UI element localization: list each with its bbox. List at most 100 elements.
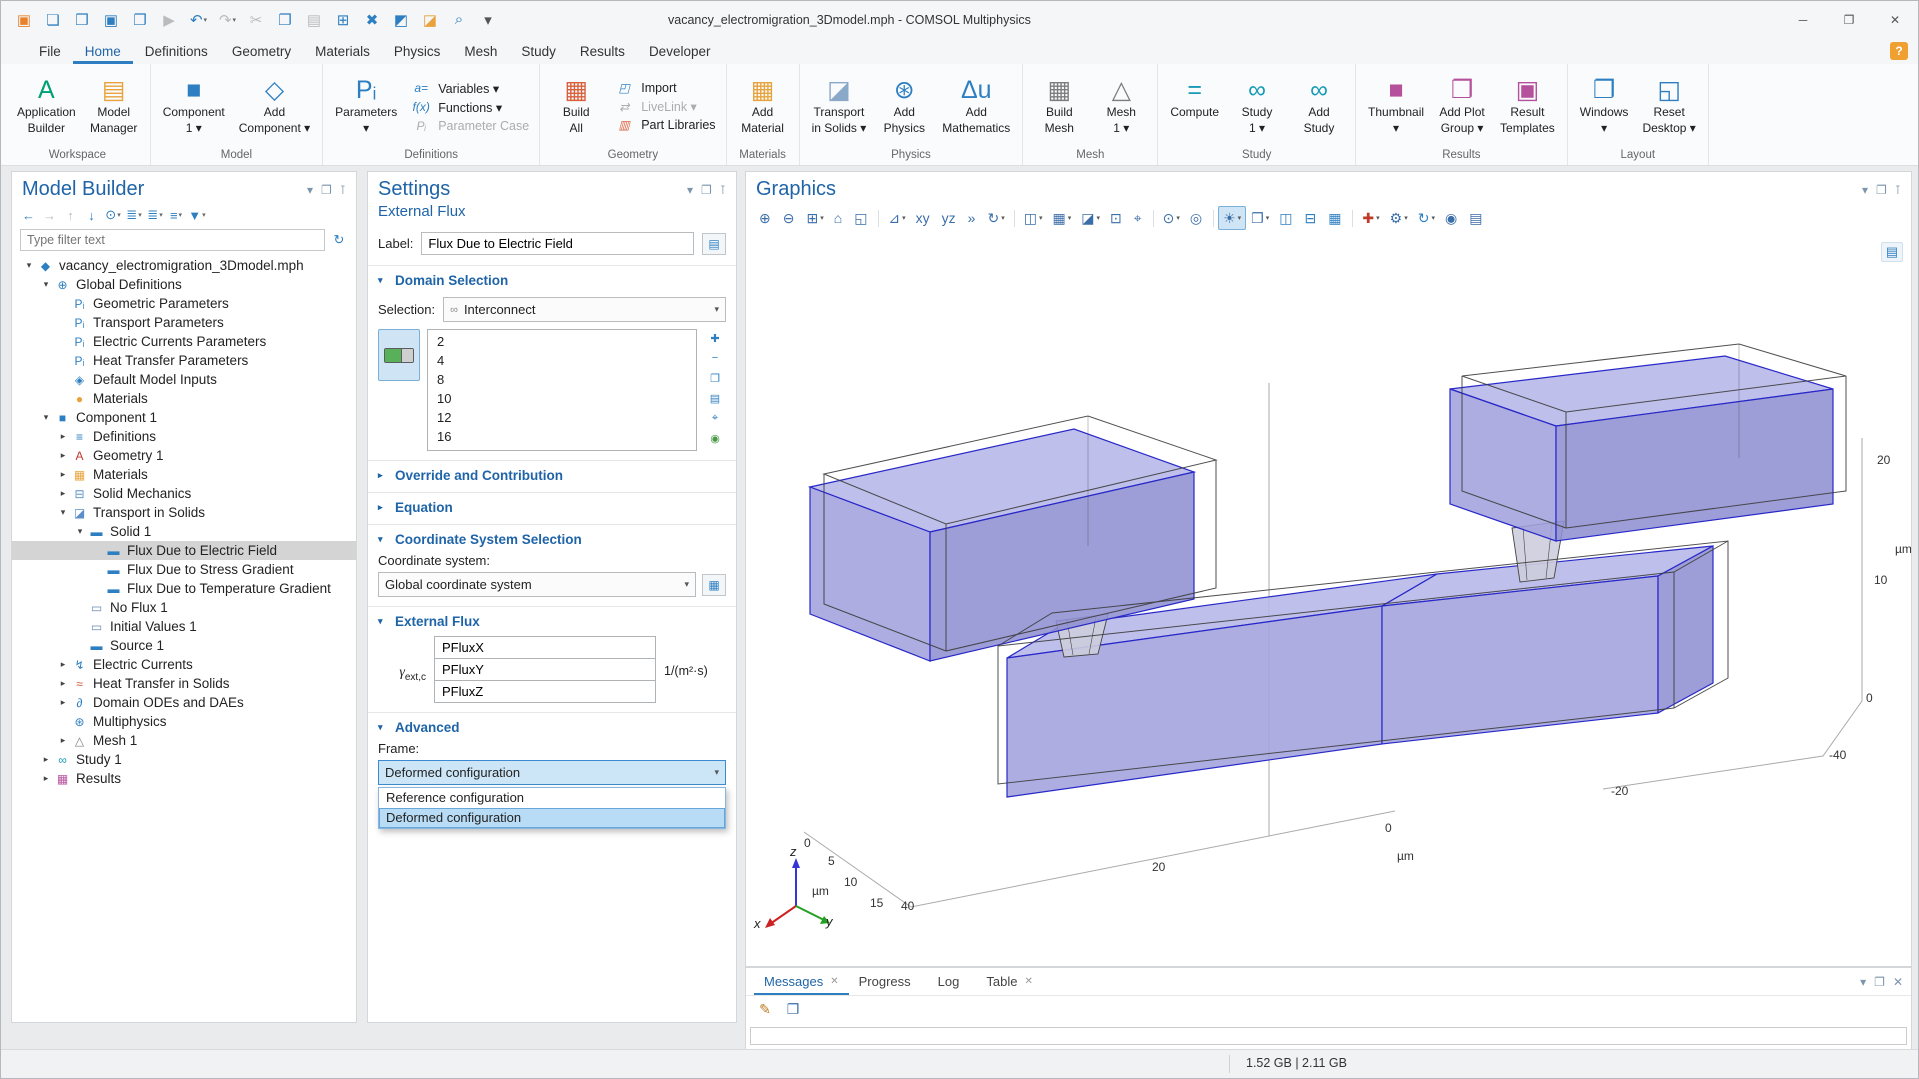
- tree-expand-arrow[interactable]: ▸: [56, 735, 70, 746]
- scene-settings-icon[interactable]: ◫▾: [1019, 206, 1048, 230]
- section-header-equation[interactable]: ▸Equation: [378, 500, 726, 515]
- result-templates-button[interactable]: ▣ResultTemplates: [1493, 66, 1562, 147]
- color-theme-icon[interactable]: ▦▾: [1047, 206, 1076, 230]
- float-icon[interactable]: ❐: [1876, 183, 1887, 197]
- zoom-in-icon[interactable]: ⊕: [754, 206, 778, 230]
- select-box-icon[interactable]: ◩: [388, 6, 415, 33]
- ribbon-tab[interactable]: Results: [568, 41, 637, 64]
- tree-item[interactable]: ▾ ◆ vacancy_electromigration_3Dmodel.mph: [12, 256, 356, 275]
- add-mathematics-button[interactable]: ΔuAddMathematics: [935, 66, 1017, 147]
- build-all-button[interactable]: ▦BuildAll: [545, 66, 607, 147]
- add-plot-group-button[interactable]: ❐Add PlotGroup ▾: [1431, 66, 1493, 147]
- tree-item[interactable]: ◈ Default Model Inputs: [12, 370, 356, 389]
- collapse-icon[interactable]: ▾: [1860, 975, 1866, 989]
- tree-item[interactable]: ▾ ⊕ Global Definitions: [12, 275, 356, 294]
- rename-icon[interactable]: ▤: [702, 233, 726, 255]
- move-down-icon[interactable]: ↓: [83, 205, 101, 225]
- forward-icon[interactable]: →: [41, 205, 59, 225]
- tree-expand-arrow[interactable]: ▸: [56, 488, 70, 499]
- domain-list-item[interactable]: 10: [428, 389, 696, 408]
- section-header-domain-selection[interactable]: ▾Domain Selection: [378, 273, 726, 288]
- close-button[interactable]: ✕: [1872, 1, 1918, 38]
- add-component-button[interactable]: ◇AddComponent ▾: [232, 66, 317, 147]
- bottom-tab[interactable]: Log: [928, 968, 977, 995]
- windows-layout-icon[interactable]: ❐▾: [1246, 206, 1274, 230]
- functions-button[interactable]: f(x)Functions ▾: [409, 100, 529, 115]
- update-plot-icon[interactable]: ↻▾: [1413, 206, 1440, 230]
- add-selection-icon[interactable]: ✚: [704, 329, 726, 347]
- paste-icon[interactable]: ▤: [301, 6, 328, 33]
- windows-button[interactable]: ❐Windows▾: [1573, 66, 1636, 147]
- ribbon-tab[interactable]: Physics: [382, 41, 453, 64]
- cut-icon[interactable]: ✂: [243, 6, 270, 33]
- minimize-button[interactable]: ─: [1780, 1, 1826, 38]
- expand-icon[interactable]: ≣▾: [125, 205, 143, 225]
- tree-expand-arrow[interactable]: ▸: [39, 773, 53, 784]
- dropdown-option[interactable]: Reference configuration: [379, 788, 725, 808]
- plot-window-icon[interactable]: ▤: [1881, 242, 1903, 262]
- run-icon[interactable]: ▶: [156, 6, 183, 33]
- tree-expand-arrow[interactable]: ▸: [56, 659, 70, 670]
- compute-button[interactable]: =Compute: [1163, 66, 1226, 147]
- tree-item[interactable]: ▾ ▬ Solid 1: [12, 522, 356, 541]
- application-builder-button[interactable]: AApplicationBuilder: [10, 66, 83, 147]
- tree-expand-arrow[interactable]: ▸: [56, 431, 70, 442]
- print-icon[interactable]: ▤: [1464, 206, 1489, 230]
- view-orientation-icon[interactable]: ⊿▾: [883, 206, 910, 230]
- livelink-button[interactable]: ⇄LiveLink ▾: [612, 99, 715, 114]
- tree-expand-arrow[interactable]: ▸: [39, 754, 53, 765]
- active-toggle-button[interactable]: [378, 329, 420, 381]
- parameter-case-button[interactable]: PᵢParameter Case: [409, 119, 529, 133]
- measure-icon[interactable]: ⌖: [1129, 206, 1149, 230]
- tree-item[interactable]: ▬ Flux Due to Stress Gradient: [12, 560, 356, 579]
- model-tree-node-text-icon[interactable]: ≡▾: [167, 205, 185, 225]
- tree-item[interactable]: Pᵢ Electric Currents Parameters: [12, 332, 356, 351]
- thumbnail-button[interactable]: ■Thumbnail▾: [1361, 66, 1431, 147]
- bottom-tab[interactable]: Table✕: [976, 968, 1042, 995]
- open-icon[interactable]: ❒: [69, 6, 96, 33]
- customize-icon[interactable]: ▾: [475, 6, 502, 33]
- study-1-button[interactable]: ∞Study1 ▾: [1226, 66, 1288, 147]
- save-icon[interactable]: ▣: [98, 6, 125, 33]
- selection-color-icon[interactable]: ✚▾: [1357, 206, 1384, 230]
- tree-expand-arrow[interactable]: ▾: [73, 526, 87, 537]
- coordinate-system-dropdown[interactable]: Global coordinate system ▾: [378, 572, 696, 597]
- view-xy-icon[interactable]: xy: [911, 206, 937, 230]
- ribbon-tab[interactable]: Study: [509, 41, 568, 64]
- ribbon-tab[interactable]: File: [27, 41, 73, 64]
- tree-item[interactable]: ▸ ∂ Domain ODEs and DAEs: [12, 693, 356, 712]
- domain-list-item[interactable]: 2: [428, 332, 696, 351]
- remove-selection-icon[interactable]: −: [704, 349, 726, 367]
- coordinate-system-settings-icon[interactable]: ▦: [702, 574, 726, 596]
- save-as-icon[interactable]: ❐: [127, 6, 154, 33]
- domain-list[interactable]: 248101216: [427, 329, 697, 451]
- view-yz-icon[interactable]: yz: [937, 206, 963, 230]
- maximize-button[interactable]: ❐: [1826, 1, 1872, 38]
- import-button[interactable]: ◰Import: [612, 81, 715, 95]
- model-manager-button[interactable]: ▤ModelManager: [83, 66, 145, 147]
- scene-light-icon[interactable]: ☀▾: [1218, 206, 1246, 230]
- plot-grid-icon[interactable]: ▦: [1323, 206, 1348, 230]
- redo-icon[interactable]: ↷▾: [214, 6, 241, 33]
- appearance-icon[interactable]: ◪▾: [1076, 206, 1105, 230]
- section-header-coordinate-system[interactable]: ▾Coordinate System Selection: [378, 532, 726, 547]
- ribbon-tab[interactable]: Definitions: [133, 41, 220, 64]
- section-header-external-flux[interactable]: ▾External Flux: [378, 614, 726, 629]
- tree-expand-arrow[interactable]: ▸: [56, 469, 70, 480]
- ribbon-tab[interactable]: Developer: [637, 41, 723, 64]
- image-frame-icon[interactable]: ⊡: [1105, 206, 1129, 230]
- ribbon-tab[interactable]: Geometry: [220, 41, 303, 64]
- domain-list-item[interactable]: 8: [428, 370, 696, 389]
- domain-list-item[interactable]: 4: [428, 351, 696, 370]
- undo-icon[interactable]: ↶▾: [185, 6, 212, 33]
- tree-expand-arrow[interactable]: ▾: [22, 260, 36, 271]
- transport-in-solids-button[interactable]: ◪Transportin Solids ▾: [805, 66, 874, 147]
- tree-item[interactable]: ▸ ≡ Definitions: [12, 427, 356, 446]
- tree-item[interactable]: ● Materials: [12, 389, 356, 408]
- float-icon[interactable]: ❐: [701, 183, 712, 197]
- duplicate-icon[interactable]: ⊞: [330, 6, 357, 33]
- snapshot-icon[interactable]: ◉: [1440, 206, 1464, 230]
- filter-icon[interactable]: ▼▾: [188, 205, 206, 225]
- select-icon[interactable]: ⊙▾: [1158, 206, 1185, 230]
- visibility-icon[interactable]: ◉: [704, 429, 726, 447]
